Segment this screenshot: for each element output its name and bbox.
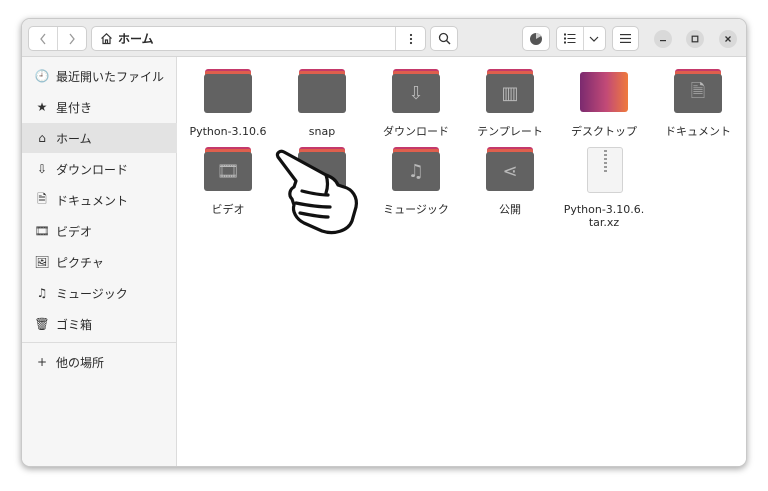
sidebar-item-label: 最近開いたファイル xyxy=(56,69,165,84)
file-item[interactable]: ♫ ミュージック xyxy=(373,147,459,216)
file-item[interactable]: デスクトップ xyxy=(561,69,647,138)
chevron-left-icon xyxy=(40,33,46,44)
places-sidebar: 🕘 最近開いたファイル ★ 星付き ⌂ ホーム ⇩ ダウンロード 🗎 ドキュメント 🎞 ビデオ 🖼 ピクチ… xyxy=(22,57,177,466)
file-label: テンプレート xyxy=(477,125,543,138)
sidebar-item-star[interactable]: ★ 星付き xyxy=(22,92,177,122)
star-icon: ★ xyxy=(36,100,48,114)
download-icon: ⇩ xyxy=(36,162,48,176)
navigation-buttons xyxy=(28,26,87,51)
minimize-button[interactable] xyxy=(654,30,672,48)
file-item[interactable]: Python-3.10.6 xyxy=(185,69,271,138)
path-menu-button[interactable] xyxy=(395,27,425,50)
file-label: ミュージック xyxy=(383,203,449,216)
video-icon: 🎞 xyxy=(34,224,50,238)
main-menu-button[interactable] xyxy=(612,26,639,51)
view-toggle-group xyxy=(556,26,606,51)
download-folder-icon: ⇩ xyxy=(392,69,440,113)
sidebar-item-label: ダウンロード xyxy=(56,162,129,177)
sidebar-item-recent[interactable]: 🕘 最近開いたファイル xyxy=(22,61,177,91)
file-label: ダウンロード xyxy=(383,125,449,138)
sidebar-item-trash[interactable]: 🗑 ゴミ箱 xyxy=(22,309,177,339)
home-icon xyxy=(101,32,112,45)
file-item[interactable]: snap xyxy=(279,69,365,138)
sidebar-item-label: ミュージック xyxy=(56,286,128,301)
documents-folder-icon: 🗎 xyxy=(674,69,722,113)
file-label: デスクトップ xyxy=(571,125,637,138)
sidebar-item-picture[interactable]: 🖼 ピクチャ xyxy=(22,247,177,277)
file-item[interactable]: ⇩ ダウンロード xyxy=(373,69,459,138)
videos-folder-icon: 🎞 xyxy=(204,147,252,191)
close-button[interactable] xyxy=(719,30,737,48)
back-button[interactable] xyxy=(29,27,57,50)
search-icon xyxy=(438,32,450,45)
archive-file-icon xyxy=(580,147,628,193)
sidebar-item-video[interactable]: 🎞 ビデオ xyxy=(22,216,177,246)
chevron-down-icon xyxy=(590,36,599,42)
forward-button[interactable] xyxy=(58,27,86,50)
view-options-button[interactable] xyxy=(584,27,605,50)
file-item[interactable]: ⋖ 公開 xyxy=(467,147,553,216)
sidebar-item-download[interactable]: ⇩ ダウンロード xyxy=(22,154,177,184)
sidebar-item-label: ホーム xyxy=(56,131,92,146)
sidebar-item-label: ゴミ箱 xyxy=(56,317,93,332)
sidebar-item-other-locations[interactable]: + 他の場所 xyxy=(22,347,177,377)
file-label: snap xyxy=(308,125,336,138)
sidebar-item-label: ピクチャ xyxy=(56,255,104,270)
folder-icon xyxy=(204,69,252,113)
minimize-icon xyxy=(660,40,666,42)
path-bar[interactable]: ホーム xyxy=(91,26,426,51)
sidebar-item-label: 他の場所 xyxy=(56,355,105,370)
sidebar-item-home[interactable]: ⌂ ホーム xyxy=(22,123,177,153)
pie-progress-icon xyxy=(530,32,542,45)
trash-icon: 🗑 xyxy=(34,317,50,331)
file-label: Python-3.10.6 xyxy=(189,125,267,138)
file-item[interactable]: 🗎 ドキュメント xyxy=(655,69,741,138)
recent-icon: 🕘 xyxy=(34,69,50,83)
file-label: ャ xyxy=(316,203,328,216)
public-folder-icon: ⋖ xyxy=(486,147,534,191)
list-view-button[interactable] xyxy=(557,27,583,50)
document-icon: 🗎 xyxy=(37,191,47,206)
list-view-icon xyxy=(563,33,576,44)
chevron-right-icon xyxy=(69,33,75,44)
hamburger-menu-icon xyxy=(620,34,631,43)
file-item[interactable]: ャ xyxy=(279,147,365,216)
maximize-icon xyxy=(691,35,699,43)
file-item[interactable]: ▥ テンプレート xyxy=(467,69,553,138)
sidebar-item-document[interactable]: 🗎 ドキュメント xyxy=(22,185,177,215)
pictures-folder-icon xyxy=(298,147,346,191)
desktop-folder-icon xyxy=(580,69,628,113)
file-label: ビデオ xyxy=(211,203,245,216)
sidebar-item-label: ドキュメント xyxy=(56,193,129,208)
file-label: 公開 xyxy=(499,203,521,216)
file-item[interactable]: 🎞 ビデオ xyxy=(185,147,271,216)
close-icon xyxy=(725,36,731,42)
sidebar-item-label: 星付き xyxy=(56,100,93,115)
music-folder-icon: ♫ xyxy=(392,147,440,191)
home-icon: ⌂ xyxy=(38,131,46,145)
music-icon: ♫ xyxy=(36,286,48,300)
file-item[interactable]: Python-3.10.6. tar.xz xyxy=(561,147,647,229)
sidebar-divider xyxy=(22,342,177,343)
plus-icon: + xyxy=(36,355,48,369)
file-label: Python-3.10.6. tar.xz xyxy=(563,203,645,229)
templates-folder-icon: ▥ xyxy=(486,69,534,113)
file-manager-window: ホーム 🕘 最近開いたファイル ★ 星付き ⌂ ホーム ⇩ ダウンロード 🗎 ド… xyxy=(21,18,747,467)
sidebar-item-label: ビデオ xyxy=(56,224,93,239)
sidebar-item-music[interactable]: ♫ ミュージック xyxy=(22,278,177,308)
path-label: ホーム xyxy=(118,32,154,46)
folder-icon xyxy=(298,69,346,113)
header-bar: ホーム xyxy=(22,19,746,57)
search-button[interactable] xyxy=(430,26,458,51)
vertical-dots-icon xyxy=(409,33,412,44)
file-grid: Python-3.10.6 snap ⇩ ダウンロード ▥ テンプレート デスクトップ 🗎 ドキ… xyxy=(177,57,746,466)
operations-progress-button[interactable] xyxy=(522,26,550,51)
file-label: ドキュメント xyxy=(665,125,731,138)
maximize-button[interactable] xyxy=(686,30,704,48)
picture-icon: 🖼 xyxy=(34,255,50,269)
